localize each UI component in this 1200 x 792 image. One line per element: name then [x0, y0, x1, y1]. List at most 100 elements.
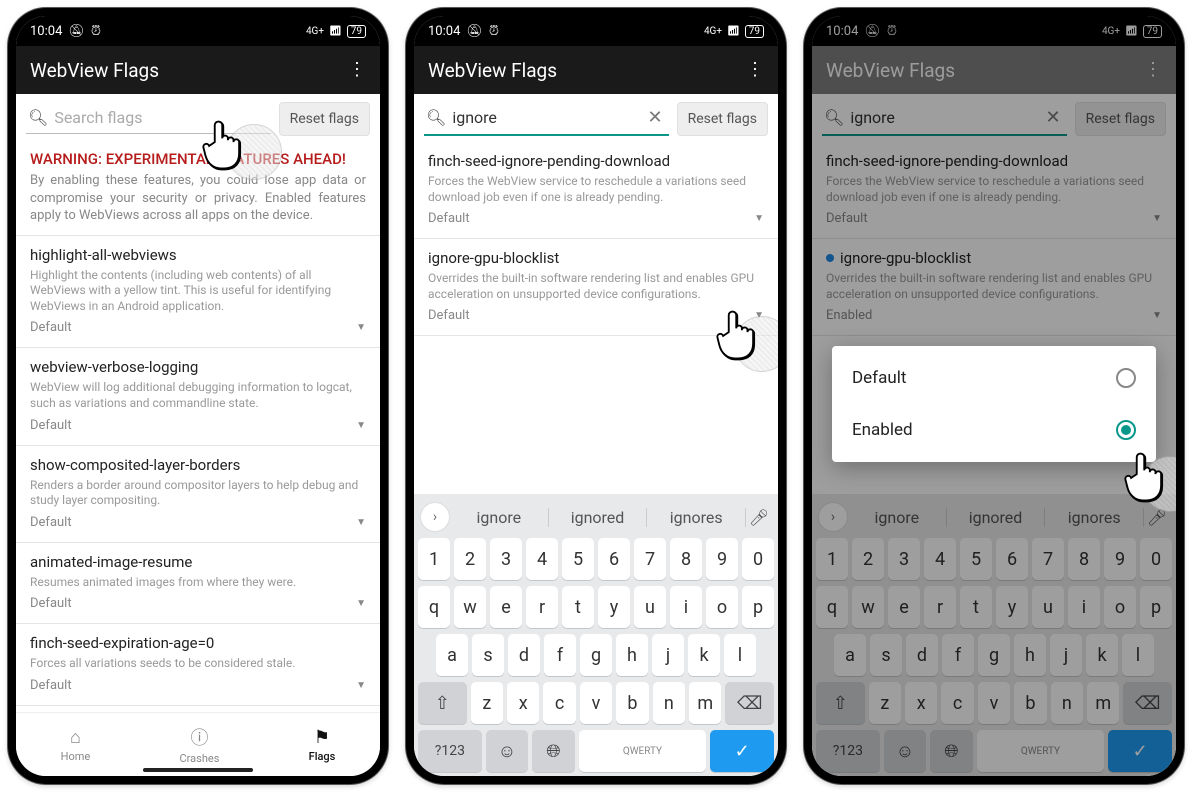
key[interactable]: r [526, 586, 558, 628]
key[interactable]: q [816, 586, 848, 628]
flag-item[interactable]: ignore-gpu-blocklist Overrides the built… [812, 239, 1176, 335]
flag-value-dropdown[interactable]: Default▼ [826, 211, 1162, 234]
key[interactable]: m [689, 682, 721, 724]
search-input[interactable]: 🔍︎ Search flags [26, 104, 271, 134]
suggestion[interactable]: ignore [848, 508, 947, 527]
shift-key[interactable]: ⇧ [418, 682, 467, 724]
key[interactable]: 0 [742, 538, 774, 580]
key[interactable]: x [905, 682, 937, 724]
reset-flags-button[interactable]: Reset flags [279, 102, 370, 136]
key[interactable]: c [543, 682, 575, 724]
suggestion[interactable]: ignores [647, 508, 746, 527]
key[interactable]: j [1050, 634, 1082, 676]
symbols-key[interactable]: ?123 [418, 730, 482, 772]
key[interactable]: e [490, 586, 522, 628]
key[interactable]: d [508, 634, 540, 676]
key[interactable]: z [471, 682, 503, 724]
soft-keyboard[interactable]: › ignore ignored ignores 🎤︎ 1 2 3 4 5 6 … [812, 494, 1176, 776]
expand-suggestions-icon[interactable]: › [420, 502, 450, 532]
key[interactable]: s [870, 634, 902, 676]
key[interactable]: 1 [418, 538, 450, 580]
key[interactable]: 8 [1068, 538, 1100, 580]
key[interactable]: l [1122, 634, 1154, 676]
key[interactable]: t [960, 586, 992, 628]
key[interactable]: g [978, 634, 1010, 676]
flag-value-dropdown[interactable]: Default▼ [30, 678, 366, 701]
key[interactable]: o [1104, 586, 1136, 628]
key[interactable]: g [580, 634, 612, 676]
content-list[interactable]: WARNING: EXPERIMENTAL FEATURES AHEAD! By… [16, 142, 380, 712]
key[interactable]: 6 [598, 538, 630, 580]
content-list[interactable]: finch-seed-ignore-pending-download Force… [414, 142, 778, 494]
key[interactable]: y [996, 586, 1028, 628]
key[interactable]: 0 [1140, 538, 1172, 580]
key[interactable]: 8 [670, 538, 702, 580]
expand-suggestions-icon[interactable]: › [818, 502, 848, 532]
flag-value-dropdown[interactable]: Default▼ [30, 596, 366, 619]
key[interactable]: x [507, 682, 539, 724]
key[interactable]: h [616, 634, 648, 676]
suggestion[interactable]: ignore [450, 508, 549, 527]
space-key[interactable]: QWERTY [579, 730, 707, 772]
flag-item-partial[interactable]: finch-seed-ignore-pending-download [16, 706, 380, 712]
key[interactable]: 5 [562, 538, 594, 580]
shift-key[interactable]: ⇧ [816, 682, 865, 724]
option-enabled, radio-button[interactable]: Enabled [832, 404, 1156, 456]
search-input[interactable]: 🔍︎ ignore ✕ [822, 103, 1067, 136]
flag-value-dropdown[interactable]: Enabled▼ [826, 308, 1162, 331]
clear-icon[interactable]: ✕ [1042, 107, 1065, 128]
key[interactable]: r [924, 586, 956, 628]
key[interactable]: u [634, 586, 666, 628]
key[interactable]: 4 [526, 538, 558, 580]
key[interactable]: 9 [706, 538, 738, 580]
option-default, radio-button[interactable]: Default [832, 352, 1156, 404]
flag-item[interactable]: finch-seed-expiration-age=0 Forces all v… [16, 624, 380, 705]
key[interactable]: 5 [960, 538, 992, 580]
reset-flags-button[interactable]: Reset flags [677, 102, 768, 136]
key[interactable]: i [670, 586, 702, 628]
emoji-key[interactable]: ☺ [884, 730, 927, 772]
lang-key[interactable]: 🌐︎ [532, 730, 575, 772]
key[interactable]: e [888, 586, 920, 628]
reset-flags-button[interactable]: Reset flags [1075, 102, 1166, 136]
flag-item[interactable]: finch-seed-ignore-pending-download Force… [812, 142, 1176, 238]
key[interactable]: i [1068, 586, 1100, 628]
flag-item[interactable]: animated-image-resume Resumes animated i… [16, 543, 380, 624]
key[interactable]: a [436, 634, 468, 676]
key[interactable]: m [1087, 682, 1119, 724]
flag-item[interactable]: webview-verbose-logging WebView will log… [16, 348, 380, 444]
mic-icon[interactable]: 🎤︎ [746, 508, 772, 527]
nav-crashes[interactable]: ⓘ Crashes [179, 724, 219, 765]
soft-keyboard[interactable]: › ignore ignored ignores 🎤︎ 1 2 3 4 5 6 … [414, 494, 778, 776]
key[interactable]: 1 [816, 538, 848, 580]
key[interactable]: 9 [1104, 538, 1136, 580]
flag-value-dropdown[interactable]: Default▼ [428, 308, 764, 331]
enter-key[interactable]: ✓ [1108, 730, 1172, 772]
key[interactable]: 2 [454, 538, 486, 580]
key[interactable]: s [472, 634, 504, 676]
key[interactable]: j [652, 634, 684, 676]
search-input[interactable]: 🔍︎ ignore ✕ [424, 103, 669, 136]
key[interactable]: 3 [490, 538, 522, 580]
key[interactable]: f [942, 634, 974, 676]
key[interactable]: k [1086, 634, 1118, 676]
flag-item[interactable]: highlight-all-webviews Highlight the con… [16, 236, 380, 348]
key[interactable]: l [724, 634, 756, 676]
key[interactable]: d [906, 634, 938, 676]
key[interactable]: o [706, 586, 738, 628]
key[interactable]: a [834, 634, 866, 676]
key[interactable]: v [978, 682, 1010, 724]
lang-key[interactable]: 🌐︎ [930, 730, 973, 772]
suggestion[interactable]: ignored [549, 508, 648, 527]
key[interactable]: 6 [996, 538, 1028, 580]
key[interactable]: v [580, 682, 612, 724]
nav-home[interactable]: ⌂ Home [61, 727, 91, 763]
flag-value-dropdown[interactable]: Default▼ [30, 418, 366, 441]
overflow-menu-icon[interactable]: ⋮ [348, 61, 366, 79]
suggestion[interactable]: ignores [1045, 508, 1144, 527]
key[interactable]: q [418, 586, 450, 628]
key[interactable]: c [941, 682, 973, 724]
key[interactable]: t [562, 586, 594, 628]
key[interactable]: n [653, 682, 685, 724]
flag-value-dropdown[interactable]: Default▼ [30, 515, 366, 538]
